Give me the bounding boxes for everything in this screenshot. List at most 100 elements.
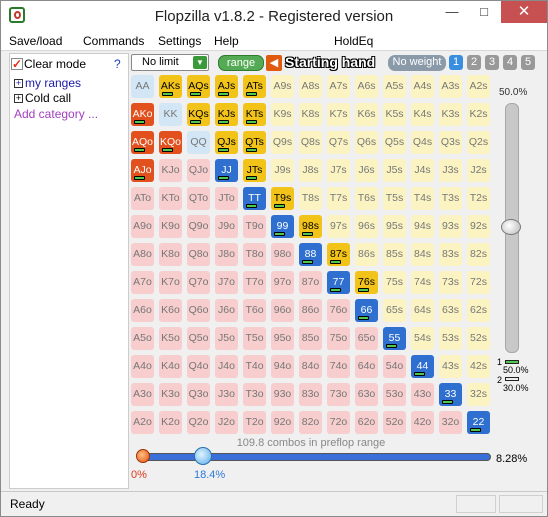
hand-cell-ajs[interactable]: AJs (215, 75, 238, 98)
hand-cell-94s[interactable]: 94s (411, 215, 434, 238)
hand-cell-74s[interactable]: 74s (411, 271, 434, 294)
hand-cell-97s[interactable]: 97s (327, 215, 350, 238)
hand-cell-kqo[interactable]: KQo (159, 131, 182, 154)
hand-cell-54s[interactable]: 54s (411, 327, 434, 350)
hand-cell-q2o[interactable]: Q2o (187, 411, 210, 434)
weight-button-4[interactable]: 4 (503, 55, 517, 70)
hand-cell-97o[interactable]: 97o (271, 271, 294, 294)
hand-cell-t4s[interactable]: T4s (411, 187, 434, 210)
hand-cell-j3s[interactable]: J3s (439, 159, 462, 182)
hand-cell-j4o[interactable]: J4o (215, 355, 238, 378)
hand-cell-64o[interactable]: 64o (355, 355, 378, 378)
hand-cell-t2o[interactable]: T2o (243, 411, 266, 434)
hand-cell-k4s[interactable]: K4s (411, 103, 434, 126)
hand-cell-a7s[interactable]: A7s (327, 75, 350, 98)
hand-cell-a8s[interactable]: A8s (299, 75, 322, 98)
hand-cell-92s[interactable]: 92s (467, 215, 490, 238)
no-weight-button[interactable]: No weight (388, 55, 446, 71)
hand-cell-kts[interactable]: KTs (243, 103, 266, 126)
hand-cell-t2s[interactable]: T2s (467, 187, 490, 210)
help-link[interactable]: ? (114, 57, 121, 71)
hand-cell-t7o[interactable]: T7o (243, 271, 266, 294)
hand-cell-t6o[interactable]: T6o (243, 299, 266, 322)
hand-cell-44[interactable]: 44 (411, 355, 434, 378)
hand-cell-q5s[interactable]: Q5s (383, 131, 406, 154)
hand-cell-95o[interactable]: 95o (271, 327, 294, 350)
weight-button-3[interactable]: 3 (485, 55, 499, 70)
hand-cell-ajo[interactable]: AJo (131, 159, 154, 182)
hand-cell-k6s[interactable]: K6s (355, 103, 378, 126)
close-button[interactable]: ✕ (501, 1, 547, 23)
hand-cell-qjs[interactable]: QJs (215, 131, 238, 154)
hand-cell-j7o[interactable]: J7o (215, 271, 238, 294)
hand-cell-75o[interactable]: 75o (327, 327, 350, 350)
hand-cell-j6o[interactable]: J6o (215, 299, 238, 322)
hand-cell-63o[interactable]: 63o (355, 383, 378, 406)
hand-cell-k9o[interactable]: K9o (159, 215, 182, 238)
hand-cell-j8o[interactable]: J8o (215, 243, 238, 266)
hand-cell-85s[interactable]: 85s (383, 243, 406, 266)
weight-button-2[interactable]: 2 (467, 55, 481, 70)
menu-save-load[interactable]: Save/load (9, 34, 62, 48)
hand-cell-87o[interactable]: 87o (299, 271, 322, 294)
hand-cell-a7o[interactable]: A7o (131, 271, 154, 294)
hand-cell-a9o[interactable]: A9o (131, 215, 154, 238)
expand-icon[interactable]: + (14, 79, 23, 88)
hand-cell-43s[interactable]: 43s (439, 355, 462, 378)
hand-cell-t5s[interactable]: T5s (383, 187, 406, 210)
hand-cell-q8o[interactable]: Q8o (187, 243, 210, 266)
hand-cell-54o[interactable]: 54o (383, 355, 406, 378)
hand-cell-aa[interactable]: AA (131, 75, 154, 98)
hand-cell-t7s[interactable]: T7s (327, 187, 350, 210)
hand-cell-98o[interactable]: 98o (271, 243, 294, 266)
hand-cell-96s[interactable]: 96s (355, 215, 378, 238)
hand-cell-k9s[interactable]: K9s (271, 103, 294, 126)
hand-cell-84s[interactable]: 84s (411, 243, 434, 266)
hand-cell-a4o[interactable]: A4o (131, 355, 154, 378)
range-slider-thumb[interactable] (194, 447, 212, 465)
menu-commands[interactable]: Commands (83, 34, 144, 48)
hand-cell-q6s[interactable]: Q6s (355, 131, 378, 154)
hand-cell-95s[interactable]: 95s (383, 215, 406, 238)
hand-cell-j9o[interactable]: J9o (215, 215, 238, 238)
hand-cell-k5s[interactable]: K5s (383, 103, 406, 126)
hand-cell-63s[interactable]: 63s (439, 299, 462, 322)
hand-cell-82s[interactable]: 82s (467, 243, 490, 266)
hand-cell-j8s[interactable]: J8s (299, 159, 322, 182)
hand-cell-84o[interactable]: 84o (299, 355, 322, 378)
hand-cell-55[interactable]: 55 (383, 327, 406, 350)
hand-cell-q6o[interactable]: Q6o (187, 299, 210, 322)
hand-cell-kjo[interactable]: KJo (159, 159, 182, 182)
hand-cell-k6o[interactable]: K6o (159, 299, 182, 322)
hand-cell-a2o[interactable]: A2o (131, 411, 154, 434)
hand-cell-t8s[interactable]: T8s (299, 187, 322, 210)
hand-cell-j5s[interactable]: J5s (383, 159, 406, 182)
hand-cell-83s[interactable]: 83s (439, 243, 462, 266)
hand-cell-32s[interactable]: 32s (467, 383, 490, 406)
hand-cell-k8s[interactable]: K8s (299, 103, 322, 126)
tree-item-cold-call[interactable]: + Cold call (14, 91, 71, 105)
hand-cell-q2s[interactable]: Q2s (467, 131, 490, 154)
hand-cell-q9s[interactable]: Q9s (271, 131, 294, 154)
hand-cell-96o[interactable]: 96o (271, 299, 294, 322)
hand-cell-a5s[interactable]: A5s (383, 75, 406, 98)
hand-cell-kk[interactable]: KK (159, 103, 182, 126)
hand-cell-74o[interactable]: 74o (327, 355, 350, 378)
hand-cell-qts[interactable]: QTs (243, 131, 266, 154)
hand-cell-q3s[interactable]: Q3s (439, 131, 462, 154)
hand-cell-tt[interactable]: TT (243, 187, 266, 210)
hand-cell-87s[interactable]: 87s (327, 243, 350, 266)
hand-cell-t9s[interactable]: T9s (271, 187, 294, 210)
hand-cell-75s[interactable]: 75s (383, 271, 406, 294)
hand-cell-k7s[interactable]: K7s (327, 103, 350, 126)
hand-cell-85o[interactable]: 85o (299, 327, 322, 350)
expand-icon[interactable]: + (14, 94, 23, 103)
hand-cell-t9o[interactable]: T9o (243, 215, 266, 238)
hand-cell-k2s[interactable]: K2s (467, 103, 490, 126)
hand-cell-q8s[interactable]: Q8s (299, 131, 322, 154)
hand-cell-77[interactable]: 77 (327, 271, 350, 294)
limit-select[interactable]: No limit ▼ (131, 54, 209, 71)
hand-cell-83o[interactable]: 83o (299, 383, 322, 406)
hand-cell-t3o[interactable]: T3o (243, 383, 266, 406)
menu-help[interactable]: Help (214, 34, 239, 48)
